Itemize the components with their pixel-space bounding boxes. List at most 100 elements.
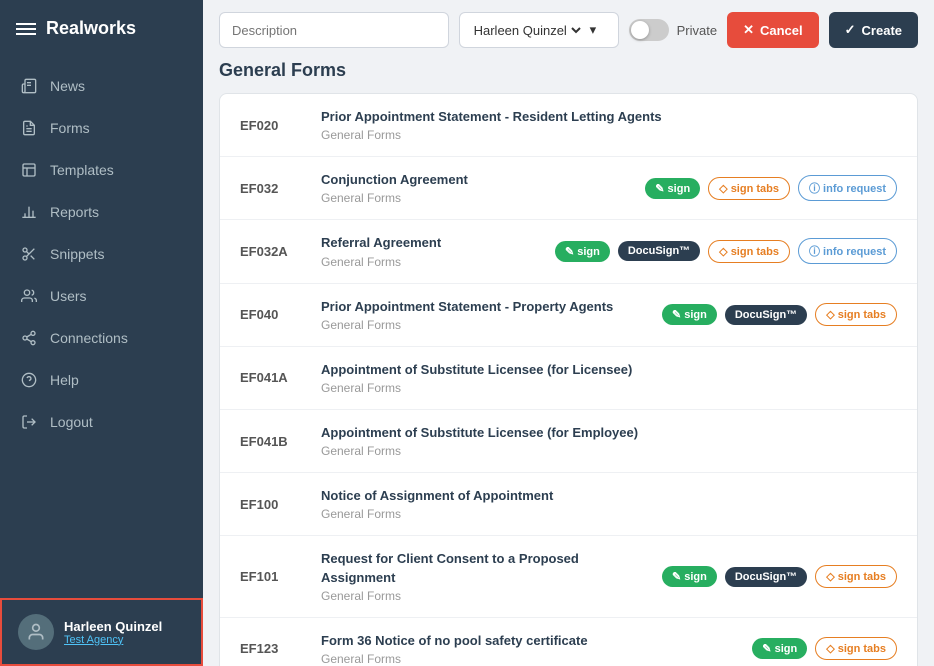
table-row: EF032 Conjunction Agreement General Form… — [220, 157, 917, 220]
form-category: General Forms — [321, 128, 881, 142]
form-actions: ✎ sign ◇ sign tabs ⓘ info request — [645, 175, 897, 201]
forms-table: EF020 Prior Appointment Statement - Resi… — [219, 93, 918, 666]
private-toggle[interactable] — [629, 19, 669, 41]
form-info: Referral Agreement General Forms — [321, 234, 539, 268]
sidebar-item-templates-label: Templates — [50, 162, 114, 178]
sign-badge[interactable]: ✎ sign — [752, 638, 807, 659]
newspaper-icon — [20, 77, 38, 95]
user-select-wrapper[interactable]: Harleen Quinzel ▾ — [459, 12, 619, 48]
sidebar-item-reports[interactable]: Reports — [0, 191, 203, 233]
description-input[interactable] — [219, 12, 449, 48]
cancel-button[interactable]: ✕ Cancel — [727, 12, 819, 48]
help-icon — [20, 371, 38, 389]
form-category: General Forms — [321, 589, 646, 603]
table-row: EF041B Appointment of Substitute License… — [220, 410, 917, 473]
form-category: General Forms — [321, 381, 881, 395]
form-info: Notice of Assignment of Appointment Gene… — [321, 487, 881, 521]
hamburger-icon — [16, 23, 36, 35]
private-toggle-container: Private — [629, 19, 717, 41]
sidebar-item-templates[interactable]: Templates — [0, 149, 203, 191]
avatar — [18, 614, 54, 650]
form-name: Request for Client Consent to a Proposed… — [321, 550, 646, 586]
table-row: EF101 Request for Client Consent to a Pr… — [220, 536, 917, 617]
users-icon — [20, 287, 38, 305]
sidebar-item-help-label: Help — [50, 372, 79, 388]
toolbar: Harleen Quinzel ▾ Private ✕ Cancel ✓ Cre… — [203, 0, 934, 60]
form-info: Form 36 Notice of no pool safety certifi… — [321, 632, 736, 666]
form-actions: ✎ sign ◇ sign tabs — [752, 637, 897, 660]
form-code: EF101 — [240, 569, 305, 584]
sign-tabs-badge[interactable]: ◇ sign tabs — [708, 177, 790, 200]
form-name: Conjunction Agreement — [321, 171, 629, 189]
form-name: Appointment of Substitute Licensee (for … — [321, 361, 881, 379]
form-info: Prior Appointment Statement - Resident L… — [321, 108, 881, 142]
table-row: EF100 Notice of Assignment of Appointmen… — [220, 473, 917, 536]
form-code: EF040 — [240, 307, 305, 322]
docusign-badge[interactable]: DocuSign™ — [725, 567, 807, 587]
form-actions: ✎ sign DocuSign™ ◇ sign tabs — [662, 565, 897, 588]
sidebar-item-logout[interactable]: Logout — [0, 401, 203, 443]
form-info: Conjunction Agreement General Forms — [321, 171, 629, 205]
form-name: Prior Appointment Statement - Resident L… — [321, 108, 881, 126]
table-row: EF020 Prior Appointment Statement - Resi… — [220, 94, 917, 157]
sidebar: Realworks News Forms — [0, 0, 203, 666]
info-request-badge[interactable]: ⓘ info request — [798, 175, 897, 201]
app-name: Realworks — [46, 18, 136, 39]
form-name: Notice of Assignment of Appointment — [321, 487, 881, 505]
form-category: General Forms — [321, 191, 629, 205]
cancel-label: Cancel — [760, 23, 803, 38]
sidebar-item-forms[interactable]: Forms — [0, 107, 203, 149]
create-button[interactable]: ✓ Create — [829, 12, 918, 48]
sidebar-item-news[interactable]: News — [0, 65, 203, 107]
private-label: Private — [677, 23, 717, 38]
sign-badge[interactable]: ✎ sign — [645, 178, 700, 199]
sidebar-item-forms-label: Forms — [50, 120, 90, 136]
form-category: General Forms — [321, 507, 881, 521]
form-code: EF032 — [240, 181, 305, 196]
user-select[interactable]: Harleen Quinzel — [470, 22, 584, 39]
form-code: EF041B — [240, 434, 305, 449]
sign-tabs-badge[interactable]: ◇ sign tabs — [815, 303, 897, 326]
sidebar-item-snippets[interactable]: Snippets — [0, 233, 203, 275]
form-category: General Forms — [321, 652, 736, 666]
form-code: EF100 — [240, 497, 305, 512]
user-name: Harleen Quinzel — [64, 619, 162, 634]
file-text-icon — [20, 119, 38, 137]
docusign-badge[interactable]: DocuSign™ — [725, 305, 807, 325]
sidebar-nav: News Forms Templates — [0, 57, 203, 598]
form-code: EF123 — [240, 641, 305, 656]
form-code: EF041A — [240, 370, 305, 385]
sidebar-item-connections[interactable]: Connections — [0, 317, 203, 359]
check-icon: ✓ — [845, 22, 856, 38]
form-name: Referral Agreement — [321, 234, 539, 252]
form-actions: ✎ sign DocuSign™ ◇ sign tabs — [662, 303, 897, 326]
docusign-badge[interactable]: DocuSign™ — [618, 241, 700, 261]
sidebar-item-news-label: News — [50, 78, 85, 94]
logout-icon — [20, 413, 38, 431]
sign-tabs-badge[interactable]: ◇ sign tabs — [815, 565, 897, 588]
form-name: Appointment of Substitute Licensee (for … — [321, 424, 881, 442]
form-info: Request for Client Consent to a Proposed… — [321, 550, 646, 602]
user-agency: Test Agency — [64, 634, 162, 646]
form-info: Appointment of Substitute Licensee (for … — [321, 424, 881, 458]
chevron-down-icon: ▾ — [590, 22, 597, 38]
sign-tabs-badge[interactable]: ◇ sign tabs — [708, 240, 790, 263]
sign-badge[interactable]: ✎ sign — [662, 566, 717, 587]
form-info: Appointment of Substitute Licensee (for … — [321, 361, 881, 395]
sign-tabs-badge[interactable]: ◇ sign tabs — [815, 637, 897, 660]
sidebar-item-logout-label: Logout — [50, 414, 93, 430]
sidebar-item-help[interactable]: Help — [0, 359, 203, 401]
sign-badge[interactable]: ✎ sign — [662, 304, 717, 325]
sign-badge[interactable]: ✎ sign — [555, 241, 610, 262]
main-content: Harleen Quinzel ▾ Private ✕ Cancel ✓ Cre… — [203, 0, 934, 666]
share-icon — [20, 329, 38, 347]
info-request-badge[interactable]: ⓘ info request — [798, 238, 897, 264]
form-category: General Forms — [321, 318, 646, 332]
toggle-knob — [631, 21, 649, 39]
sidebar-item-users[interactable]: Users — [0, 275, 203, 317]
table-row: EF123 Form 36 Notice of no pool safety c… — [220, 618, 917, 666]
form-name: Prior Appointment Statement - Property A… — [321, 298, 646, 316]
bar-chart-icon — [20, 203, 38, 221]
form-code: EF032A — [240, 244, 305, 259]
user-profile[interactable]: Harleen Quinzel Test Agency — [0, 598, 203, 666]
